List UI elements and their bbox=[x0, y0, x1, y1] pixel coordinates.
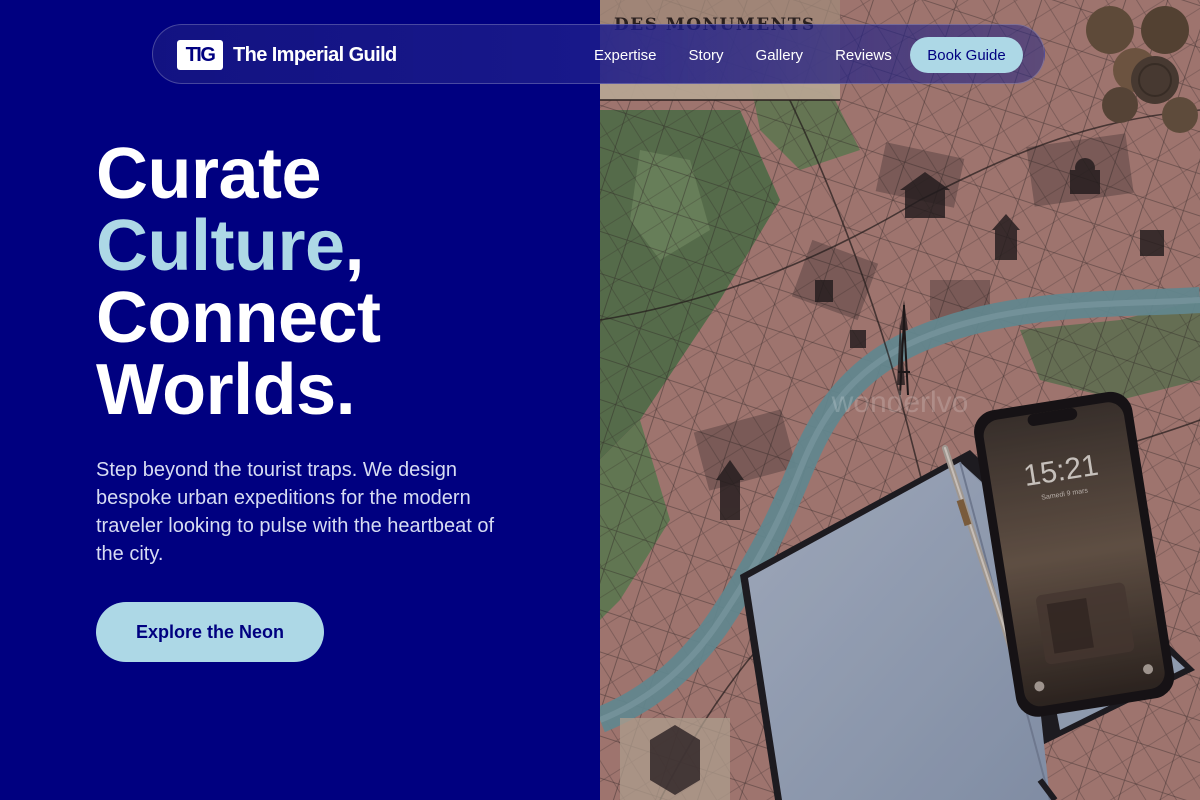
nav-link-expertise[interactable]: Expertise bbox=[594, 47, 657, 64]
nav-link-story[interactable]: Story bbox=[689, 47, 724, 64]
brand-logo[interactable]: TIG The Imperial Guild bbox=[177, 40, 397, 70]
headline-accent: Culture bbox=[96, 206, 345, 286]
landing-page: DES MONUMENTS bbox=[0, 0, 1200, 800]
headline-comma: , bbox=[344, 206, 365, 286]
nav-link-reviews[interactable]: Reviews bbox=[835, 47, 892, 64]
nav-link-gallery[interactable]: Gallery bbox=[756, 47, 804, 64]
headline-line-1: Curate bbox=[96, 134, 322, 214]
headline-line-3: Connect bbox=[96, 278, 381, 358]
book-guide-button[interactable]: Book Guide bbox=[910, 37, 1023, 73]
hero-subtext: Step beyond the tourist traps. We design… bbox=[96, 459, 495, 565]
brand-name: The Imperial Guild bbox=[233, 43, 397, 66]
city-map-photo: DES MONUMENTS bbox=[600, 0, 1200, 800]
headline-line-4: Worlds. bbox=[96, 350, 356, 430]
hero-headline: Curate Culture, Connect Worlds. bbox=[96, 138, 556, 426]
hero-content: Curate Culture, Connect Worlds. Step bey… bbox=[96, 138, 556, 662]
nav-links: Expertise Story Gallery Reviews bbox=[594, 25, 924, 85]
explore-button[interactable]: Explore the Neon bbox=[96, 602, 324, 662]
top-nav: TIG The Imperial Guild Expertise Story G… bbox=[152, 24, 1045, 84]
logo-mark: TIG bbox=[177, 40, 223, 70]
hero-photo: DES MONUMENTS bbox=[600, 0, 1200, 800]
watermark: wonderlvo bbox=[831, 386, 969, 419]
